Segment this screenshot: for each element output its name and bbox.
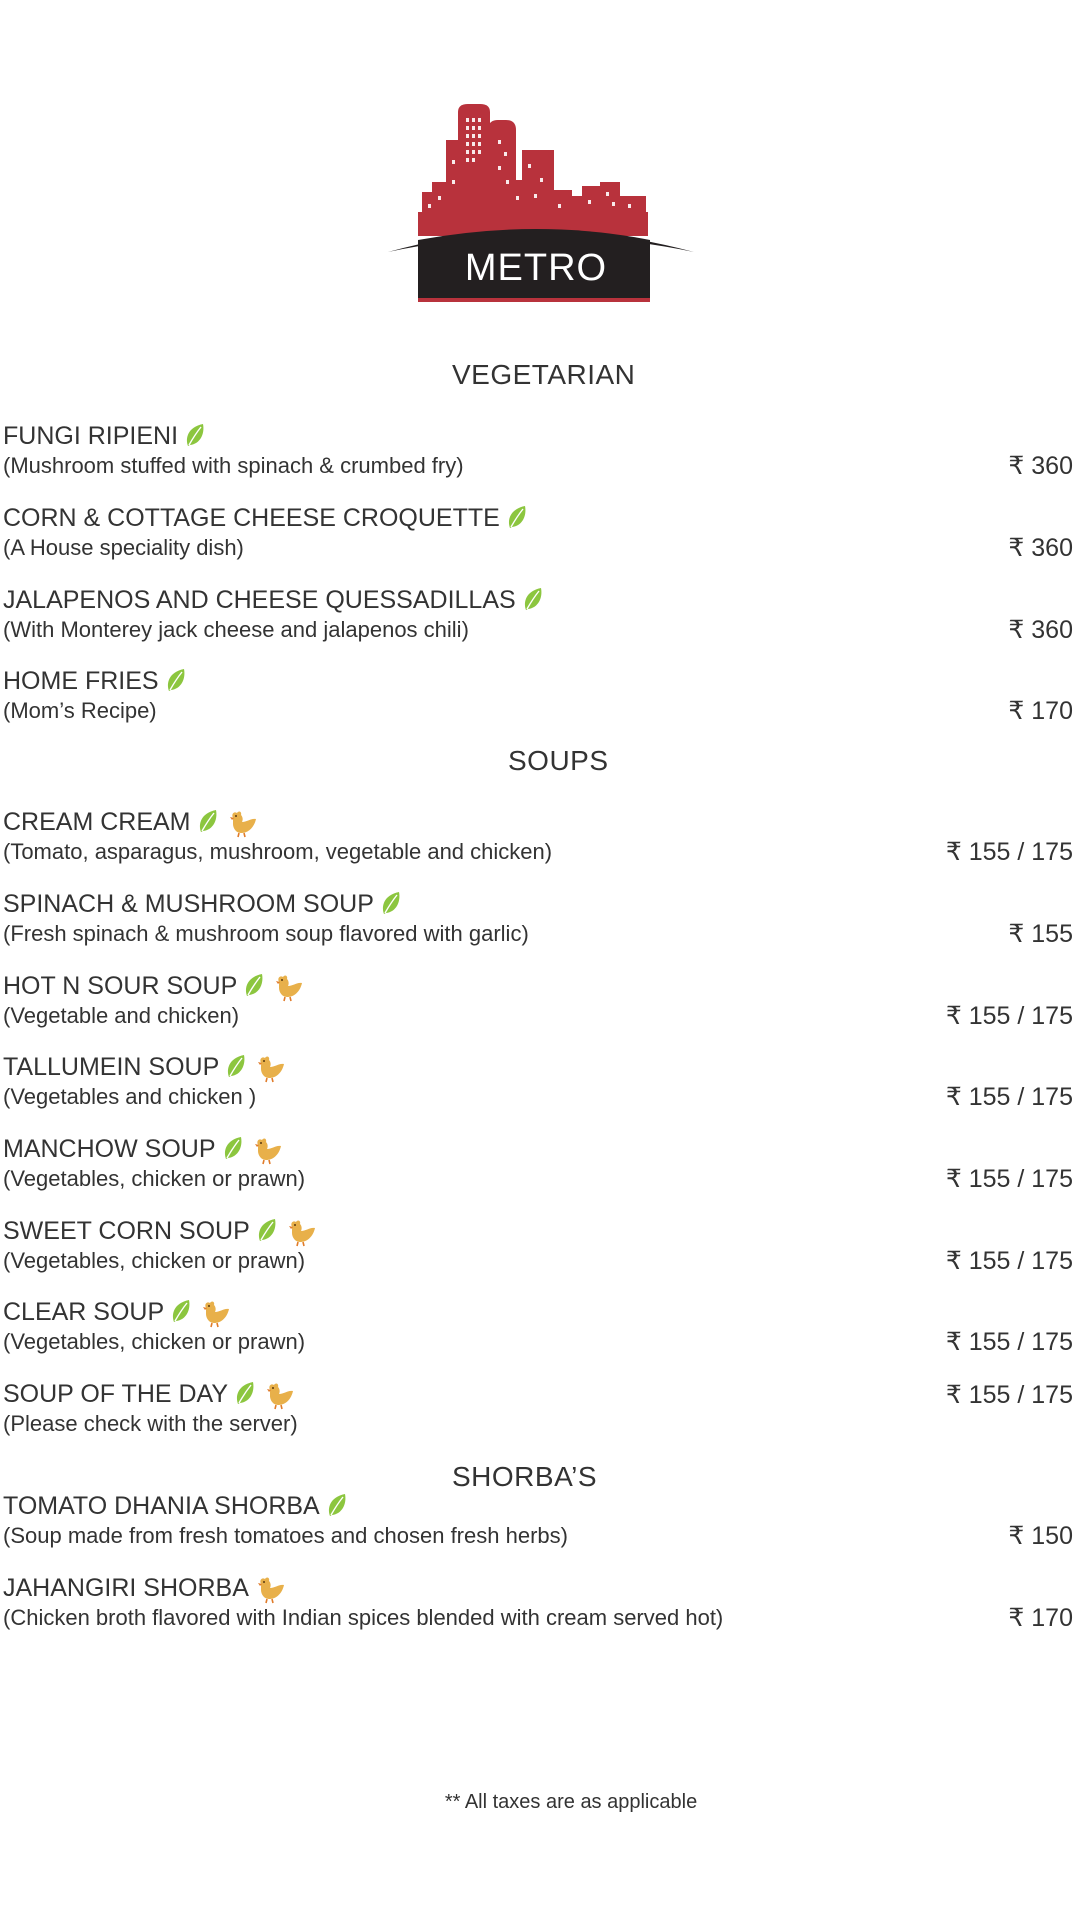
section-title-vegetarian: VEGETARIAN bbox=[452, 359, 636, 390]
section-title-shorbas: SHORBA’S bbox=[452, 1461, 598, 1492]
menu-item: TALLUMEIN SOUP (Vegetables and chicken ) ₹… bbox=[3, 1052, 1073, 1116]
menu-item-price: ₹ 155 / 175 bbox=[945, 1165, 1073, 1193]
leaf-icon bbox=[256, 1217, 282, 1245]
menu-item-name-text: JAHANGIRI SHORBA bbox=[3, 1574, 249, 1602]
menu-item-description: (Mushroom stuffed with spinach & crumbed… bbox=[3, 453, 464, 478]
tax-note: ** All taxes are as applicable bbox=[444, 1791, 698, 1813]
city-skyline-icon bbox=[418, 104, 648, 236]
menu-item-name: HOME FRIES bbox=[3, 666, 191, 696]
menu-item-name: FUNGI RIPIENI bbox=[3, 421, 210, 451]
menu-item-name: SWEET CORN SOUP bbox=[3, 1216, 318, 1247]
menu-item: HOME FRIES (Mom’s Recipe) ₹ 170 bbox=[3, 666, 1073, 730]
menu-item-description: (Fresh spinach & mushroom soup flavored … bbox=[3, 921, 529, 946]
menu-item-name: SOUP OF THE DAY bbox=[3, 1379, 296, 1410]
menu-item: CORN & COTTAGE CHEESE CROQUETTE (A House … bbox=[3, 503, 1073, 567]
menu-item: JAHANGIRI SHORBA (Chicken broth flavored … bbox=[3, 1573, 1073, 1637]
menu-item-name: JALAPENOS AND CHEESE QUESSADILLAS bbox=[3, 585, 548, 615]
menu-item-name-text: FUNGI RIPIENI bbox=[3, 422, 179, 450]
chicken-icon bbox=[227, 808, 259, 838]
menu-item-price: ₹ 360 bbox=[1008, 616, 1073, 644]
chicken-icon bbox=[264, 1380, 296, 1410]
leaf-icon bbox=[234, 1380, 260, 1408]
section-title-soups: SOUPS bbox=[508, 745, 609, 776]
menu-item-price: ₹ 150 bbox=[1008, 1522, 1073, 1550]
leaf-icon bbox=[522, 586, 548, 614]
menu-item-name-text: HOME FRIES bbox=[3, 667, 159, 695]
menu-item-name-text: CLEAR SOUP bbox=[3, 1298, 165, 1326]
menu-item-description: (Vegetables and chicken ) bbox=[3, 1084, 257, 1109]
metro-logo: METRO bbox=[388, 104, 694, 302]
menu-item-name: JAHANGIRI SHORBA bbox=[3, 1573, 287, 1604]
chicken-icon bbox=[273, 972, 305, 1002]
leaf-icon bbox=[165, 667, 191, 695]
menu-item-price: ₹ 360 bbox=[1008, 534, 1073, 562]
menu-item-price: ₹ 360 bbox=[1008, 452, 1073, 480]
menu-item-price: ₹ 170 bbox=[1008, 697, 1073, 725]
leaf-icon bbox=[184, 422, 210, 450]
chicken-icon bbox=[286, 1217, 318, 1247]
chicken-icon bbox=[255, 1053, 287, 1083]
menu-item-name-text: MANCHOW SOUP bbox=[3, 1135, 216, 1163]
menu-item-name: CORN & COTTAGE CHEESE CROQUETTE bbox=[3, 503, 532, 533]
chicken-icon bbox=[252, 1135, 284, 1165]
menu-item-name: CREAM CREAM bbox=[3, 807, 259, 838]
leaf-icon bbox=[380, 890, 406, 918]
menu-item-name: TOMATO DHANIA SHORBA bbox=[3, 1491, 352, 1521]
menu-item-name-text: CREAM CREAM bbox=[3, 808, 191, 836]
menu-item-price: ₹ 155 bbox=[1008, 920, 1073, 948]
menu-item: SPINACH & MUSHROOM SOUP (Fresh spinach & … bbox=[3, 889, 1073, 953]
leaf-icon bbox=[222, 1135, 248, 1163]
menu-item: CLEAR SOUP (Vegetables, chicken or prawn)… bbox=[3, 1297, 1073, 1361]
menu-item-name: HOT N SOUR SOUP bbox=[3, 971, 305, 1002]
menu-item-description: (Soup made from fresh tomatoes and chose… bbox=[3, 1523, 568, 1548]
menu-item-name: TALLUMEIN SOUP bbox=[3, 1052, 287, 1083]
menu-item: CREAM CREAM (Tomato, asparagus, mushroom,… bbox=[3, 807, 1073, 871]
menu-item-price: ₹ 155 / 175 bbox=[945, 1083, 1073, 1111]
menu-item-price: ₹ 155 / 175 bbox=[945, 1002, 1073, 1030]
menu-item: SOUP OF THE DAY (Please check with the se… bbox=[3, 1379, 1073, 1443]
leaf-icon bbox=[170, 1298, 196, 1326]
menu-item-description: (A House speciality dish) bbox=[3, 535, 244, 560]
menu-item-description: (Chicken broth flavored with Indian spic… bbox=[3, 1605, 724, 1630]
menu-item-price: ₹ 170 bbox=[1008, 1604, 1073, 1632]
menu-item-name-text: CORN & COTTAGE CHEESE CROQUETTE bbox=[3, 504, 500, 532]
menu-item-description: (Vegetable and chicken) bbox=[3, 1003, 240, 1028]
menu-item: MANCHOW SOUP (Vegetables, chicken or praw… bbox=[3, 1134, 1073, 1198]
menu-item: JALAPENOS AND CHEESE QUESSADILLAS (With M… bbox=[3, 585, 1073, 649]
menu-item-price: ₹ 155 / 175 bbox=[945, 1328, 1073, 1356]
menu-item-description: (Mom’s Recipe) bbox=[3, 698, 157, 723]
menu-item-description: (Vegetables, chicken or prawn) bbox=[3, 1166, 306, 1191]
menu-item-name: SPINACH & MUSHROOM SOUP bbox=[3, 889, 406, 919]
menu-item: FUNGI RIPIENI (Mushroom stuffed with spin… bbox=[3, 421, 1073, 485]
menu-item-description: (Tomato, asparagus, mushroom, vegetable … bbox=[3, 839, 553, 864]
menu-item-price: ₹ 155 / 175 bbox=[945, 1247, 1073, 1275]
menu-item: SWEET CORN SOUP (Vegetables, chicken or p… bbox=[3, 1216, 1073, 1280]
menu-item: TOMATO DHANIA SHORBA (Soup made from fres… bbox=[3, 1491, 1073, 1555]
leaf-icon bbox=[225, 1053, 251, 1081]
menu-item-name-text: HOT N SOUR SOUP bbox=[3, 972, 238, 1000]
menu-item-name-text: TALLUMEIN SOUP bbox=[3, 1053, 220, 1081]
leaf-icon bbox=[326, 1492, 352, 1520]
chicken-icon bbox=[255, 1574, 287, 1604]
menu-item-name-text: JALAPENOS AND CHEESE QUESSADILLAS bbox=[3, 586, 516, 614]
menu-item-name-text: SPINACH & MUSHROOM SOUP bbox=[3, 890, 374, 918]
leaf-icon bbox=[243, 972, 269, 1000]
menu-item-name: CLEAR SOUP bbox=[3, 1297, 232, 1328]
menu-item-name: MANCHOW SOUP bbox=[3, 1134, 284, 1165]
menu-item-description: (Vegetables, chicken or prawn) bbox=[3, 1329, 306, 1354]
menu-item-description: (Please check with the server) bbox=[3, 1411, 298, 1436]
menu-item-name-text: TOMATO DHANIA SHORBA bbox=[3, 1492, 320, 1520]
logo-text: METRO bbox=[465, 247, 607, 289]
menu-item-price: ₹ 155 / 175 bbox=[945, 838, 1073, 866]
menu-item-price: ₹ 155 / 175 bbox=[945, 1381, 1073, 1409]
menu-item: HOT N SOUR SOUP (Vegetable and chicken) ₹ … bbox=[3, 971, 1073, 1035]
leaf-icon bbox=[506, 504, 532, 532]
menu-item-description: (Vegetables, chicken or prawn) bbox=[3, 1248, 306, 1273]
leaf-icon bbox=[197, 808, 223, 836]
menu-item-name-text: SWEET CORN SOUP bbox=[3, 1217, 250, 1245]
chicken-icon bbox=[200, 1298, 232, 1328]
menu-item-description: (With Monterey jack cheese and jalapenos… bbox=[3, 617, 469, 642]
menu-item-name-text: SOUP OF THE DAY bbox=[3, 1380, 229, 1408]
